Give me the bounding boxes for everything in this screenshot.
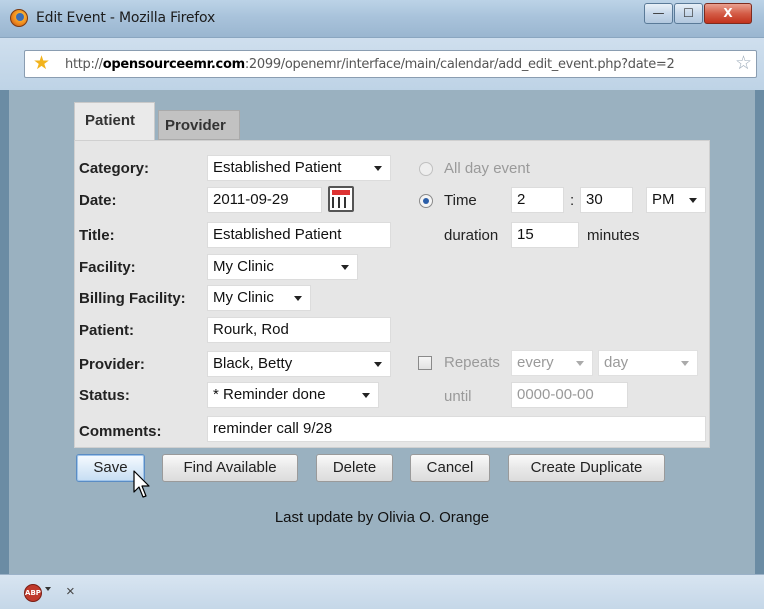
close-window-button[interactable]: X bbox=[704, 3, 752, 24]
bookmark-star-icon[interactable]: ★ bbox=[33, 53, 50, 75]
time-separator: : bbox=[570, 192, 575, 209]
comments-label: Comments: bbox=[79, 423, 162, 440]
provider-select[interactable]: Black, Betty bbox=[207, 351, 391, 377]
tab-provider[interactable]: Provider bbox=[158, 110, 240, 140]
repeat-unit-select[interactable]: day bbox=[598, 350, 698, 376]
until-label: until bbox=[444, 388, 472, 405]
minute-field[interactable]: 30 bbox=[580, 187, 633, 213]
find-available-button[interactable]: Find Available bbox=[162, 454, 298, 482]
bookmark-page-icon[interactable]: ☆ bbox=[732, 53, 752, 75]
status-bar: ABP × bbox=[0, 574, 764, 609]
date-field[interactable]: 2011-09-29 bbox=[207, 187, 322, 213]
provider-label: Provider: bbox=[79, 356, 145, 373]
all-day-label: All day event bbox=[444, 160, 530, 177]
adblock-icon[interactable]: ABP bbox=[24, 584, 42, 602]
last-update-text: Last update by Olivia O. Orange bbox=[274, 509, 490, 526]
calendar-icon[interactable] bbox=[328, 186, 354, 212]
patient-field[interactable]: Rourk, Rod bbox=[207, 317, 391, 343]
address-bar: ★ http://opensourceemr.com:2099/openemr/… bbox=[0, 38, 764, 90]
billing-facility-select[interactable]: My Clinic bbox=[207, 285, 311, 311]
tab-patient[interactable]: Patient bbox=[74, 102, 155, 140]
hour-field[interactable]: 2 bbox=[511, 187, 564, 213]
facility-select[interactable]: My Clinic bbox=[207, 254, 358, 280]
all-day-radio[interactable] bbox=[419, 162, 433, 176]
time-radio[interactable] bbox=[419, 194, 433, 208]
time-label: Time bbox=[444, 192, 477, 209]
url-field[interactable]: ★ http://opensourceemr.com:2099/openemr/… bbox=[24, 50, 757, 78]
status-label: Status: bbox=[79, 387, 130, 404]
billing-facility-label: Billing Facility: bbox=[79, 290, 186, 307]
cancel-button[interactable]: Cancel bbox=[410, 454, 490, 482]
repeat-frequency-select[interactable]: every bbox=[511, 350, 593, 376]
date-label: Date: bbox=[79, 192, 117, 209]
adblock-menu-arrow-icon[interactable] bbox=[45, 587, 51, 591]
window-titlebar: Edit Event - Mozilla Firefox — ☐ X bbox=[0, 0, 764, 38]
create-duplicate-button[interactable]: Create Duplicate bbox=[508, 454, 665, 482]
maximize-button[interactable]: ☐ bbox=[674, 3, 703, 24]
firefox-icon bbox=[10, 9, 28, 27]
duration-field[interactable]: 15 bbox=[511, 222, 579, 248]
repeats-checkbox[interactable] bbox=[418, 356, 432, 370]
delete-button[interactable]: Delete bbox=[316, 454, 393, 482]
duration-unit: minutes bbox=[587, 227, 640, 244]
patient-label: Patient: bbox=[79, 322, 135, 339]
status-select[interactable]: * Reminder done bbox=[207, 382, 379, 408]
minimize-button[interactable]: — bbox=[644, 3, 673, 24]
mouse-pointer-icon bbox=[133, 470, 150, 498]
until-date-field[interactable]: 0000-00-00 bbox=[511, 382, 628, 408]
title-label: Title: bbox=[79, 227, 115, 244]
ampm-select[interactable]: PM bbox=[646, 187, 706, 213]
duration-label: duration bbox=[444, 227, 499, 244]
window-title: Edit Event - Mozilla Firefox bbox=[36, 10, 216, 26]
title-field[interactable]: Established Patient bbox=[207, 222, 391, 248]
url-text: http://opensourceemr.com:2099/openemr/in… bbox=[65, 57, 675, 72]
category-select[interactable]: Established Patient bbox=[207, 155, 391, 181]
repeats-label: Repeats bbox=[444, 354, 500, 371]
comments-field[interactable]: reminder call 9/28 bbox=[207, 416, 706, 442]
statusbar-close-icon[interactable]: × bbox=[66, 583, 75, 600]
category-label: Category: bbox=[79, 160, 150, 177]
facility-label: Facility: bbox=[79, 259, 136, 276]
